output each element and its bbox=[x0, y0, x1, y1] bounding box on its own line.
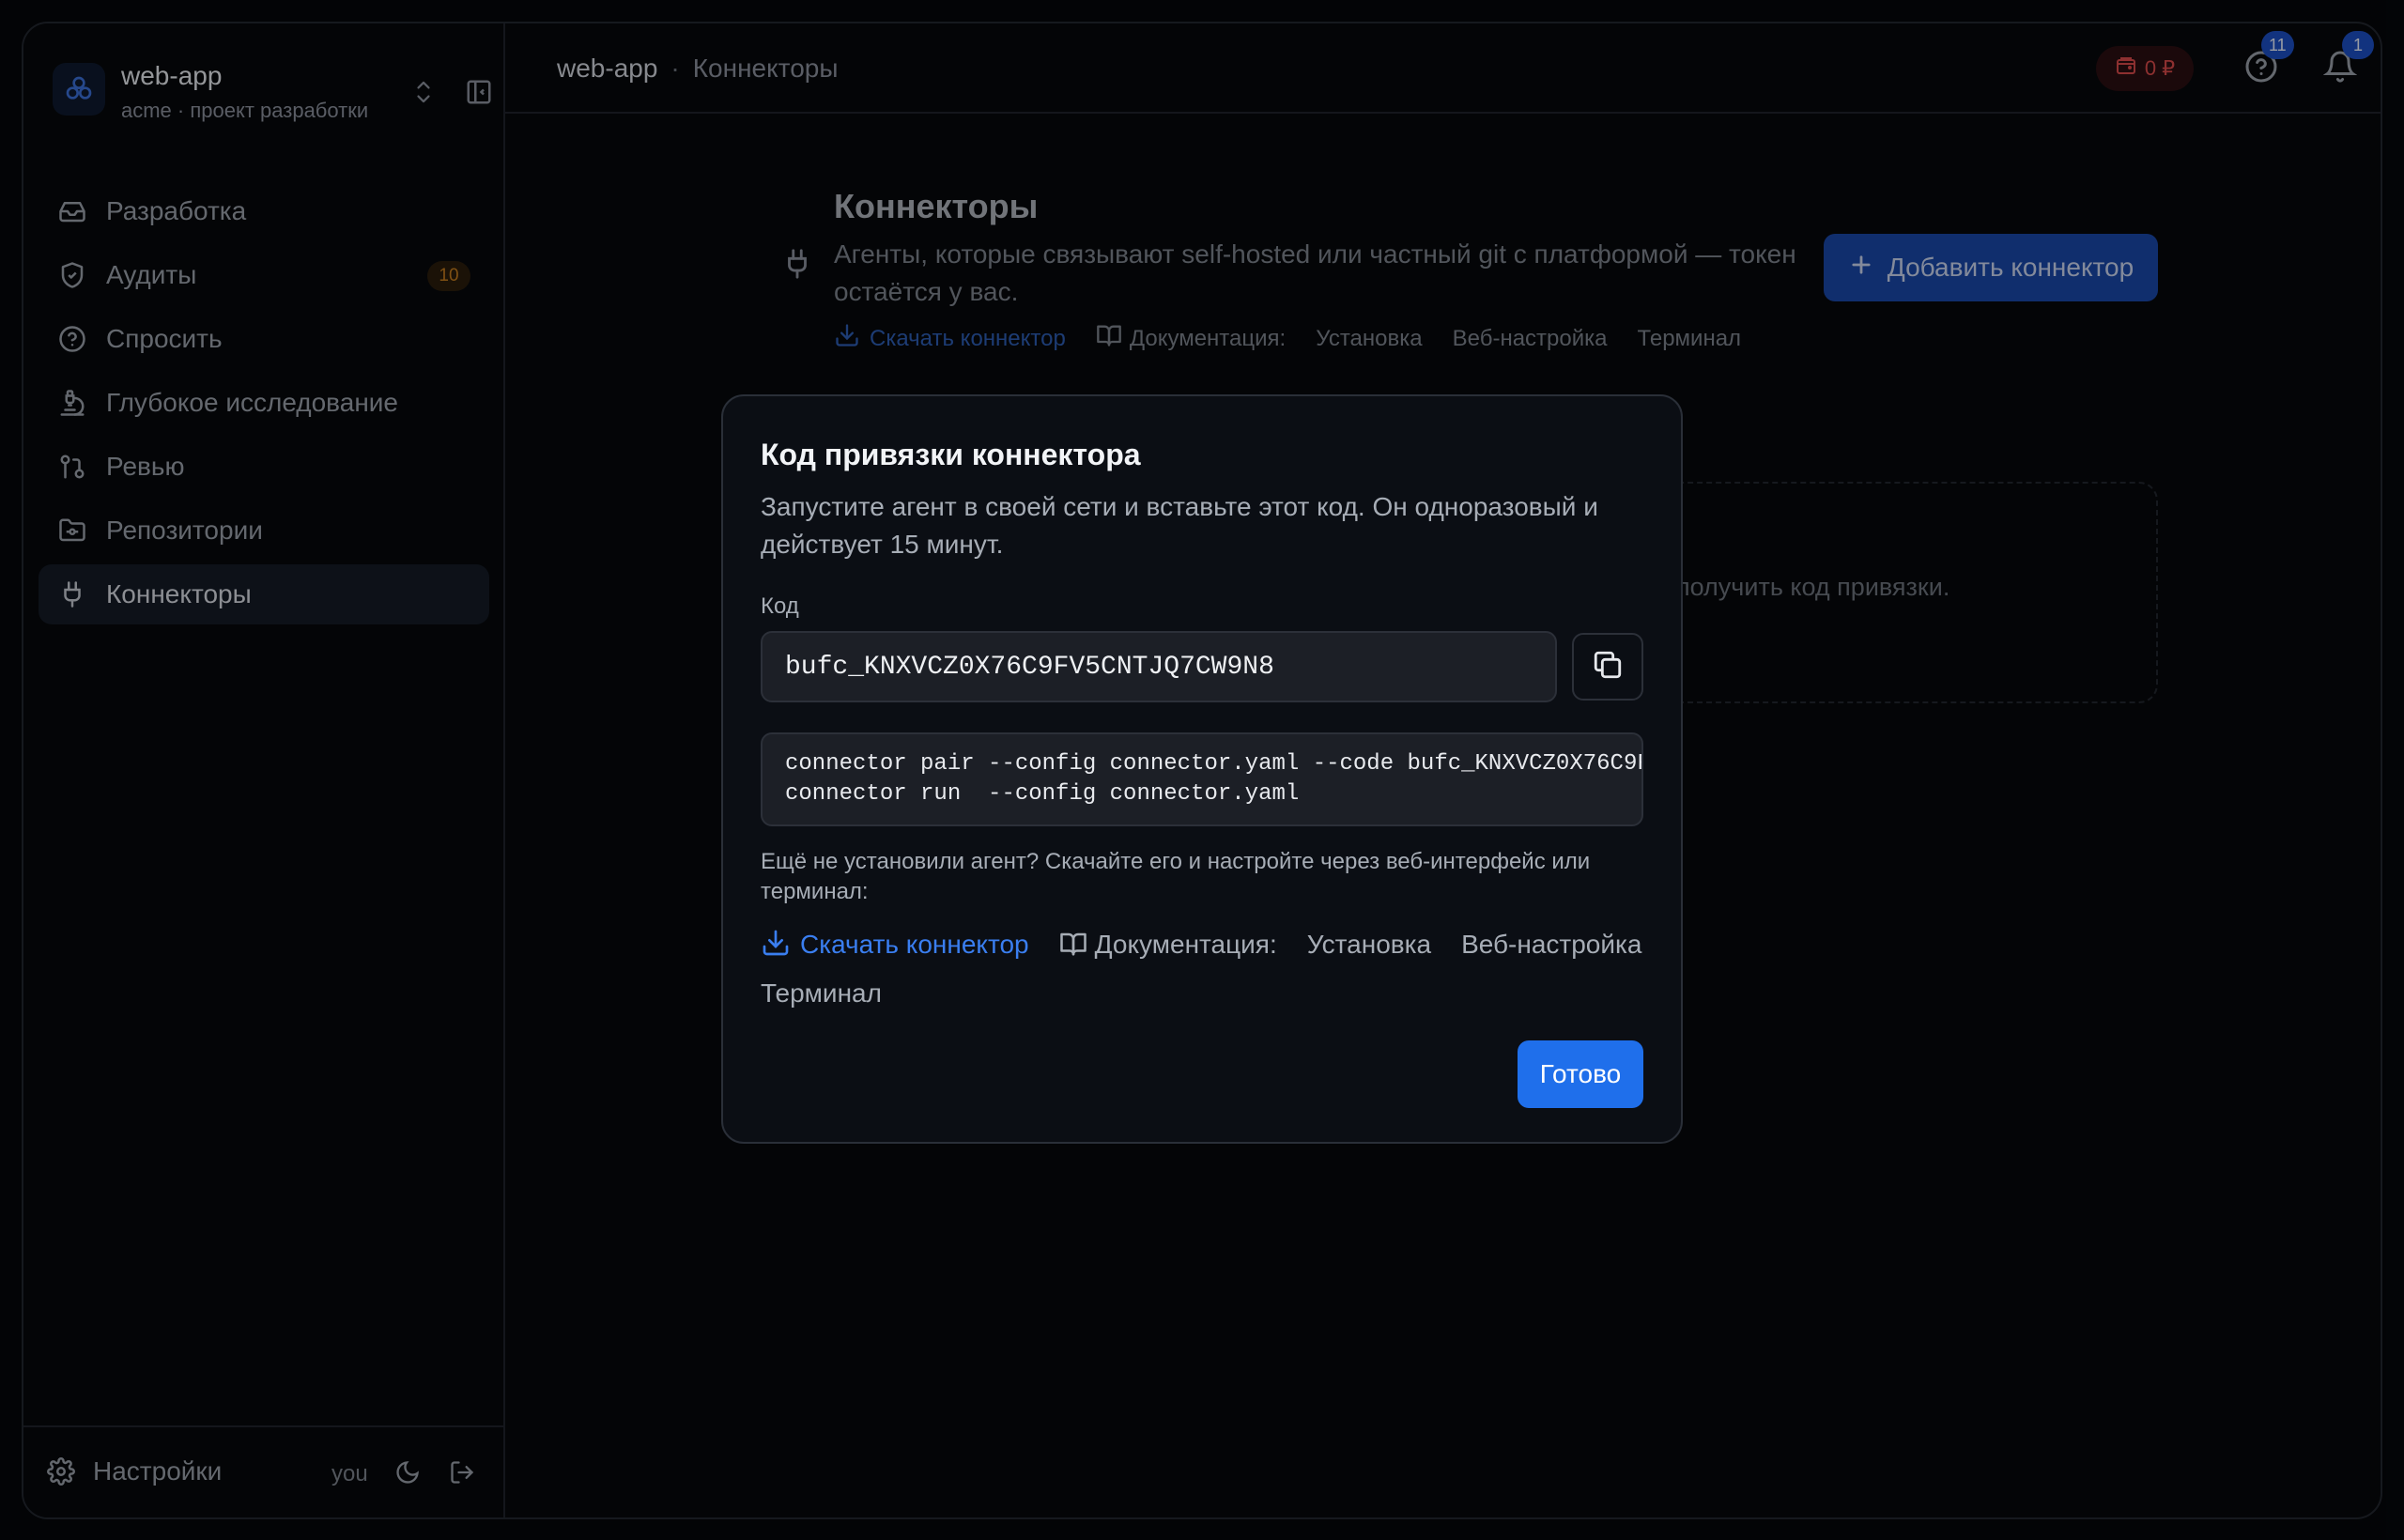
install-hint: Ещё не установили агент? Скачайте его и … bbox=[761, 849, 1591, 904]
copy-code-button[interactable] bbox=[1572, 633, 1643, 701]
download-connector-label: Скачать коннектор bbox=[800, 930, 1029, 959]
book-open-icon bbox=[1059, 920, 1087, 969]
docs-install-link[interactable]: Установка bbox=[1307, 920, 1431, 969]
command-snippet[interactable]: connector pair --config connector.yaml -… bbox=[761, 732, 1643, 826]
pairing-code-dialog: Код привязки коннектора Запустите агент … bbox=[721, 394, 1683, 1144]
dialog-links: Скачать коннектор Документация: Установк… bbox=[761, 920, 1653, 1018]
download-icon bbox=[761, 920, 791, 969]
docs-terminal-link[interactable]: Терминал bbox=[761, 969, 882, 1018]
dialog-title: Код привязки коннектора bbox=[761, 438, 1141, 471]
dialog-description: Запустите агент в своей сети и вставьте … bbox=[761, 492, 1598, 559]
docs-label: Документация: bbox=[1059, 920, 1277, 969]
copy-icon bbox=[1592, 649, 1624, 685]
docs-label-text: Документация: bbox=[1094, 930, 1277, 959]
download-connector-link[interactable]: Скачать коннектор bbox=[761, 920, 1029, 969]
docs-web-setup-link[interactable]: Веб-настройка bbox=[1461, 920, 1641, 969]
code-label: Код bbox=[761, 593, 799, 619]
pairing-code-field[interactable]: bufc_KNXVCZ0X76C9FV5CNTJQ7CW9N8 bbox=[761, 631, 1557, 702]
done-button[interactable]: Готово bbox=[1518, 1040, 1643, 1108]
